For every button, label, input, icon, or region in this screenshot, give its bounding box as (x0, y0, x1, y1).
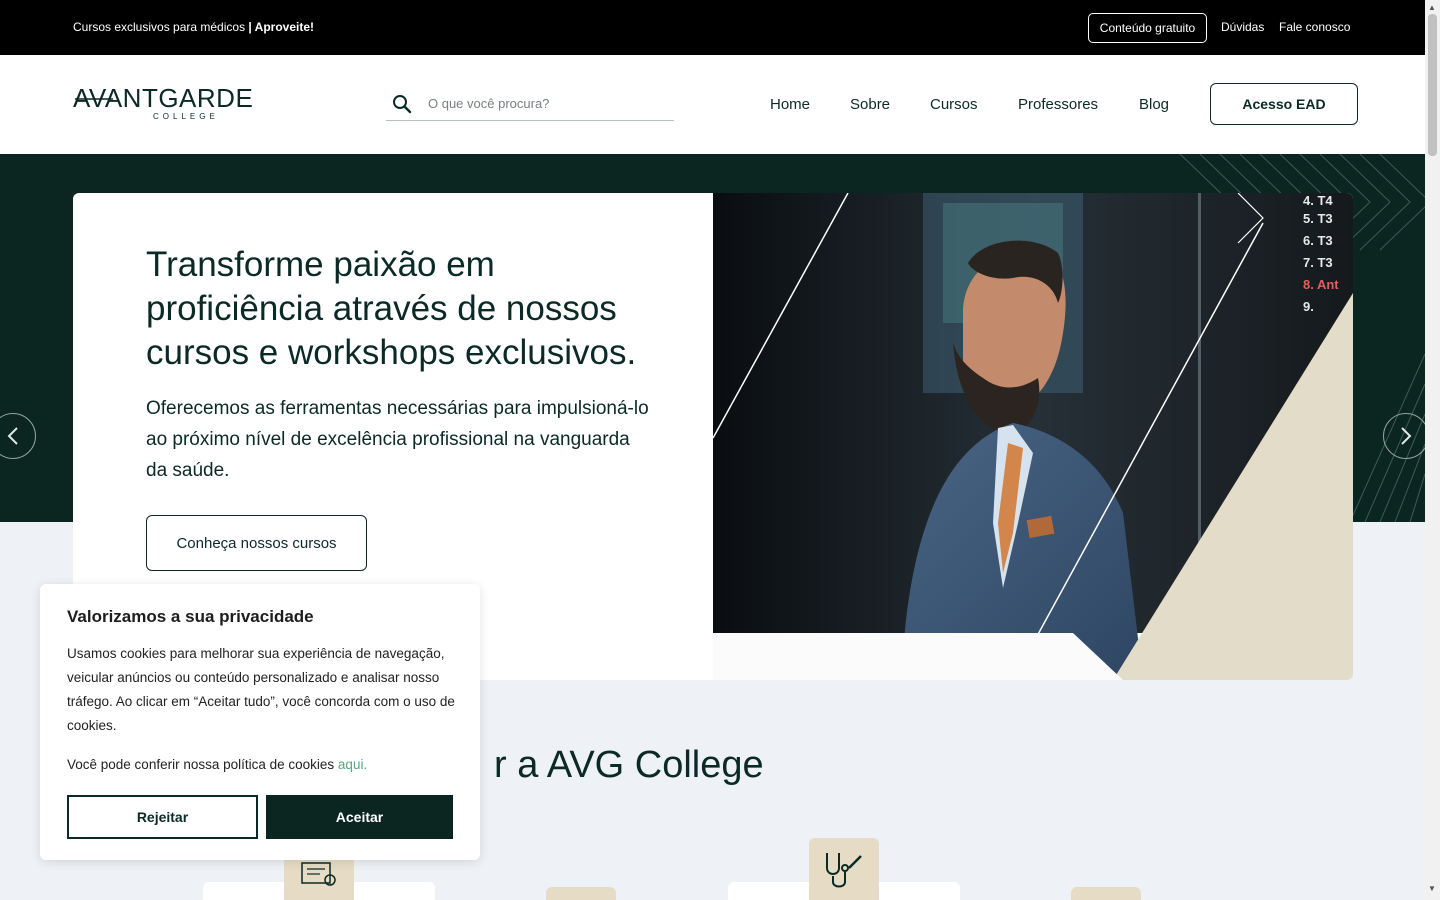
hero-description: Oferecemos as ferramentas necessárias pa… (146, 398, 649, 481)
logo-mark: AVANTGARDE COLLEGE (73, 85, 253, 121)
svg-text:7. T3: 7. T3 (1303, 255, 1333, 270)
scroll-down-icon[interactable]: ▼ (1428, 884, 1436, 893)
slider-next-button[interactable] (1383, 413, 1429, 459)
logo[interactable]: AVANTGARDE COLLEGE (73, 85, 303, 125)
chevron-right-icon (1401, 427, 1412, 445)
svg-text:6. T3: 6. T3 (1303, 233, 1333, 248)
contact-link[interactable]: Fale conosco (1279, 20, 1350, 34)
ead-access-button[interactable]: Acesso EAD (1210, 83, 1358, 125)
search-input[interactable] (428, 93, 664, 113)
top-bar: Cursos exclusivos para médicos | Aprovei… (0, 0, 1425, 55)
hero-speaker-image: 4. T4 5. T3 6. T3 7. T3 8. Ant 9. (713, 193, 1353, 680)
cookie-policy-text: Você pode conferir nossa política de coo… (67, 757, 367, 772)
svg-text:4. T4: 4. T4 (1303, 193, 1333, 208)
svg-text:5. T3: 5. T3 (1303, 211, 1333, 226)
cookie-policy-label: Você pode conferir nossa política de coo… (67, 757, 338, 772)
nav-teachers[interactable]: Professores (1018, 96, 1098, 113)
page-scrollbar[interactable]: ▲ ▼ (1425, 0, 1440, 900)
stethoscope-icon (826, 853, 862, 888)
feature-icon-box-4 (1071, 887, 1141, 900)
scroll-thumb[interactable] (1428, 14, 1437, 156)
nav-home[interactable]: Home (770, 96, 810, 113)
certificate-icon (301, 862, 336, 886)
free-content-button[interactable]: Conteúdo gratuito (1088, 13, 1207, 43)
nav-blog[interactable]: Blog (1139, 96, 1169, 113)
accept-cookies-button[interactable]: Aceitar (266, 795, 453, 839)
scroll-up-icon[interactable]: ▲ (1428, 3, 1436, 12)
svg-text:9.: 9. (1303, 299, 1314, 314)
search-bar (386, 85, 674, 121)
main-header: AVANTGARDE COLLEGE Home Sobre Cursos Pro… (0, 55, 1425, 154)
section-title: r a AVG College (494, 744, 764, 786)
chevron-left-icon (7, 427, 18, 445)
hero-title: Transforme paixão em proficiência atravé… (146, 245, 637, 372)
feature-icon-box-2 (546, 887, 616, 900)
reject-cookies-button[interactable]: Rejeitar (67, 795, 258, 839)
cookie-policy-link[interactable]: aqui. (338, 757, 367, 772)
nav-courses[interactable]: Cursos (930, 96, 978, 113)
cookie-title: Valorizamos a sua privacidade (67, 607, 314, 626)
courses-cta-button[interactable]: Conheça nossos cursos (146, 515, 367, 571)
nav-about[interactable]: Sobre (850, 96, 890, 113)
feature-icon-box-3 (809, 838, 879, 900)
promo-highlight: | Aproveite! (248, 20, 314, 34)
promo-text: Cursos exclusivos para médicos | Aprovei… (73, 20, 314, 34)
logo-subtitle: COLLEGE (153, 112, 219, 121)
svg-text:8. Ant: 8. Ant (1303, 277, 1339, 292)
feature-icon-box-1 (284, 855, 354, 900)
cookie-consent-dialog: Valorizamos a sua privacidade Usamos coo… (40, 584, 480, 860)
cookie-description: Usamos cookies para melhorar sua experiê… (67, 646, 455, 733)
search-icon[interactable] (392, 94, 412, 114)
faq-link[interactable]: Dúvidas (1221, 20, 1264, 34)
promo-label: Cursos exclusivos para médicos (73, 20, 249, 34)
